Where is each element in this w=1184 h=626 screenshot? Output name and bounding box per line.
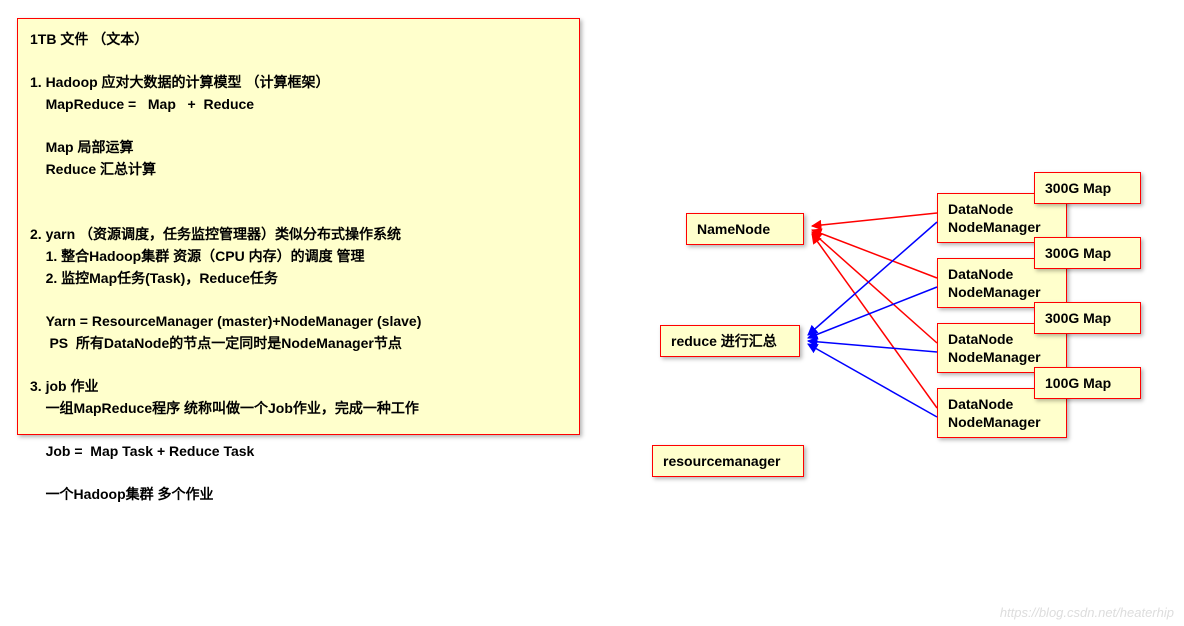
map-4: 100G Map — [1034, 367, 1141, 399]
datanode-1-line1: DataNode — [948, 201, 1013, 217]
datanode-3-line1: DataNode — [948, 331, 1013, 347]
resourcemanager-box: resourcemanager — [652, 445, 804, 477]
map-4-label: 100G Map — [1045, 375, 1111, 391]
reduce-label: reduce 进行汇总 — [671, 333, 777, 349]
map-1-label: 300G Map — [1045, 180, 1111, 196]
map-1: 300G Map — [1034, 172, 1141, 204]
resourcemanager-label: resourcemanager — [663, 453, 781, 469]
datanode-2-line2: NodeManager — [948, 284, 1041, 300]
map-2-label: 300G Map — [1045, 245, 1111, 261]
datanode-3-line2: NodeManager — [948, 349, 1041, 365]
map-3-label: 300G Map — [1045, 310, 1111, 326]
namenode-box: NameNode — [686, 213, 804, 245]
map-3: 300G Map — [1034, 302, 1141, 334]
watermark: https://blog.csdn.net/heaterhip — [1000, 605, 1174, 620]
map-2: 300G Map — [1034, 237, 1141, 269]
reduce-box: reduce 进行汇总 — [660, 325, 800, 357]
main-text-panel: 1TB 文件 （文本） 1. Hadoop 应对大数据的计算模型 （计算框架） … — [17, 18, 580, 435]
datanode-4-line2: NodeManager — [948, 414, 1041, 430]
datanode-1-line2: NodeManager — [948, 219, 1041, 235]
datanode-4-line1: DataNode — [948, 396, 1013, 412]
datanode-2-line1: DataNode — [948, 266, 1013, 282]
namenode-label: NameNode — [697, 221, 770, 237]
